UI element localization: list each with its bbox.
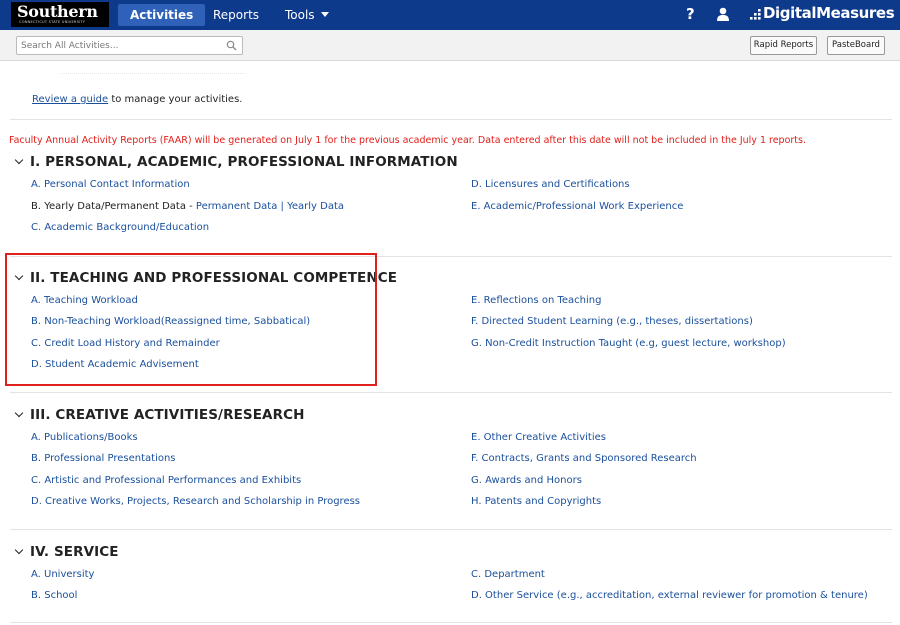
divider <box>10 529 892 530</box>
link-other-creative[interactable]: E. Other Creative Activities <box>471 432 606 443</box>
list-item-yearly-permanent: B. Yearly Data/Permanent Data - Permanen… <box>31 201 344 212</box>
chevron-down-icon[interactable] <box>14 545 24 555</box>
rapid-reports-button[interactable]: Rapid Reports <box>750 36 817 55</box>
link-academic-background[interactable]: C. Academic Background/Education <box>31 222 209 233</box>
link-presentations[interactable]: B. Professional Presentations <box>31 453 176 464</box>
top-nav-bar: Southern CONNECTICUT STATE UNIVERSITY Ac… <box>0 0 900 30</box>
tab-reports[interactable]: Reports <box>213 4 259 26</box>
link-department-service[interactable]: C. Department <box>471 569 545 580</box>
link-publications[interactable]: A. Publications/Books <box>31 432 138 443</box>
tab-tools[interactable]: Tools <box>285 4 329 26</box>
chevron-down-icon <box>320 12 329 17</box>
pasteboard-button[interactable]: PasteBoard <box>827 36 885 55</box>
link-contracts-grants[interactable]: F. Contracts, Grants and Sponsored Resea… <box>471 453 697 464</box>
link-awards-honors[interactable]: G. Awards and Honors <box>471 475 582 486</box>
tab-activities[interactable]: Activities <box>118 4 206 26</box>
toolbar: Rapid Reports PasteBoard <box>0 30 900 61</box>
help-icon[interactable]: ? <box>686 5 695 23</box>
logo-wordmark: Southern <box>17 2 98 21</box>
link-yearly-data[interactable]: Yearly Data <box>287 201 344 212</box>
chevron-down-icon[interactable] <box>14 155 24 165</box>
divider <box>60 73 245 74</box>
item-label: B. Yearly Data/Permanent Data - <box>31 201 196 212</box>
separator: | <box>277 201 288 212</box>
divider <box>10 392 892 393</box>
faar-notice: Faculty Annual Activity Reports (FAAR) w… <box>9 135 806 146</box>
link-performances-exhibits[interactable]: C. Artistic and Professional Performance… <box>31 475 301 486</box>
link-non-credit-instruction[interactable]: G. Non-Credit Instruction Taught (e.g, g… <box>471 338 786 349</box>
section-title: III. CREATIVE ACTIVITIES/RESEARCH <box>30 407 305 423</box>
digitalmeasures-logo[interactable]: DigitalMeasures <box>763 4 895 22</box>
link-school-service[interactable]: B. School <box>31 590 77 601</box>
link-creative-works-progress[interactable]: D. Creative Works, Projects, Research an… <box>31 496 360 507</box>
search-icon[interactable] <box>226 40 237 51</box>
link-personal-contact[interactable]: A. Personal Contact Information <box>31 179 190 190</box>
digitalmeasures-dots-icon <box>750 9 761 20</box>
link-work-experience[interactable]: E. Academic/Professional Work Experience <box>471 201 683 212</box>
search-input[interactable] <box>17 37 217 54</box>
guide-suffix: to manage your activities. <box>108 94 243 105</box>
guide-text: Review a guide to manage your activities… <box>32 94 242 105</box>
search-box[interactable] <box>16 36 243 55</box>
link-reflections-teaching[interactable]: E. Reflections on Teaching <box>471 295 601 306</box>
link-permanent-data[interactable]: Permanent Data <box>196 201 277 212</box>
section-service-header[interactable]: IV. SERVICE <box>14 544 119 560</box>
section-title: IV. SERVICE <box>30 544 119 560</box>
logo-subtitle: CONNECTICUT STATE UNIVERSITY <box>19 20 86 24</box>
link-directed-learning[interactable]: F. Directed Student Learning (e.g., thes… <box>471 316 753 327</box>
section-personal-header[interactable]: I. PERSONAL, ACADEMIC, PROFESSIONAL INFO… <box>14 154 458 170</box>
tab-tools-label: Tools <box>285 8 315 22</box>
link-university-service[interactable]: A. University <box>31 569 94 580</box>
link-patents-copyrights[interactable]: H. Patents and Copyrights <box>471 496 601 507</box>
divider <box>10 622 892 623</box>
section-creative-header[interactable]: III. CREATIVE ACTIVITIES/RESEARCH <box>14 407 305 423</box>
section-title: I. PERSONAL, ACADEMIC, PROFESSIONAL INFO… <box>30 154 458 170</box>
user-icon[interactable] <box>717 7 729 21</box>
highlight-box <box>5 253 377 386</box>
link-other-service[interactable]: D. Other Service (e.g., accreditation, e… <box>471 590 868 601</box>
review-guide-link[interactable]: Review a guide <box>32 94 108 105</box>
divider <box>10 119 892 120</box>
link-licensures[interactable]: D. Licensures and Certifications <box>471 179 630 190</box>
university-logo[interactable]: Southern CONNECTICUT STATE UNIVERSITY <box>11 2 109 27</box>
chevron-down-icon[interactable] <box>14 408 24 418</box>
